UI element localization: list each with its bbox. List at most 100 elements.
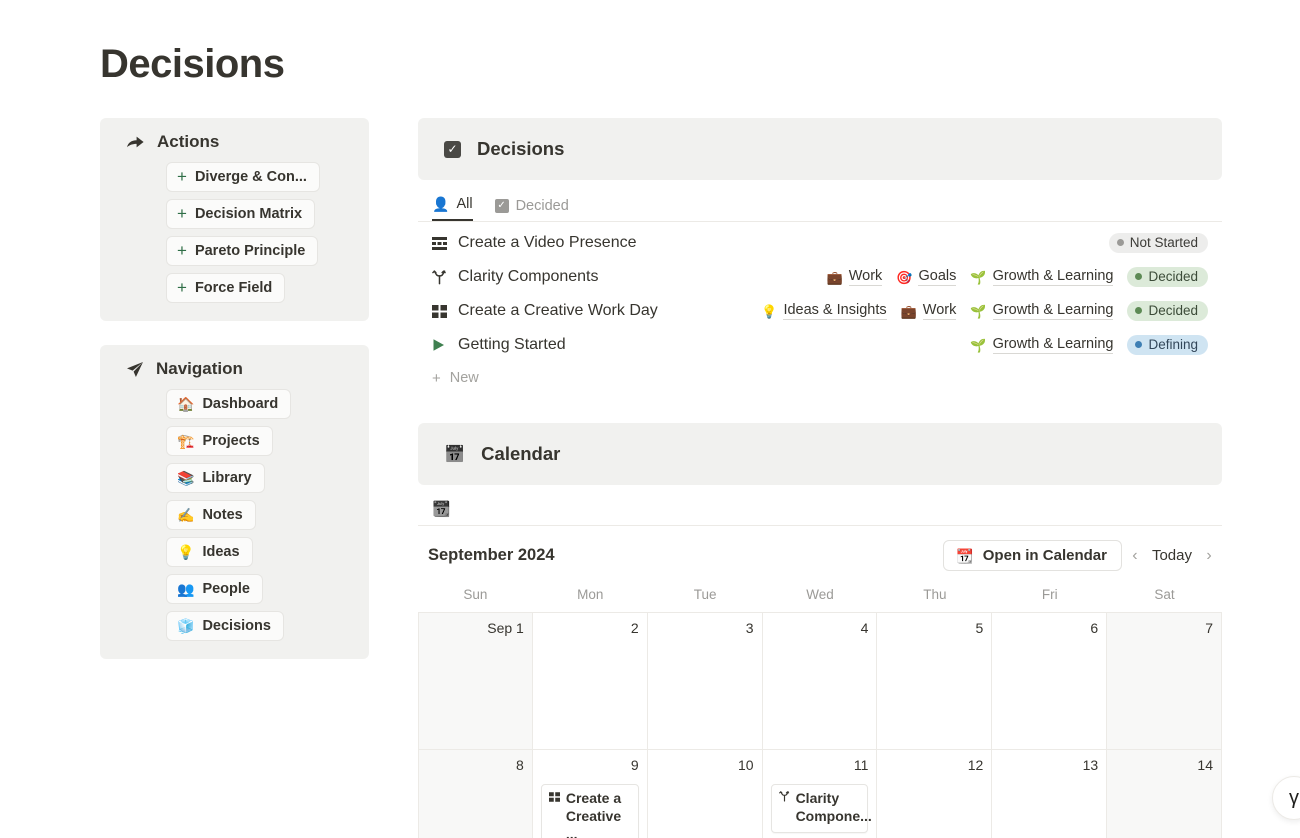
nav-item-label: Library [202,470,251,486]
play-triangle-icon [432,338,458,352]
calendar-day-number: 4 [771,620,869,637]
calendar-icon: 📅 [444,446,465,463]
calendar-day-cell[interactable]: Sep 1 [418,613,533,749]
previous-month-button[interactable]: ‹ [1122,542,1148,570]
nav-item-label: People [202,581,250,597]
table-row[interactable]: Getting Started 🌱 Growth & Learning Defi… [418,328,1222,362]
nav-item-decisions[interactable]: 🧊 Decisions [166,611,284,641]
tag-growth-learning[interactable]: 🌱 Growth & Learning [970,302,1113,320]
calendar-weekday-header: Sun Mon Tue Wed Thu Fri Sat [418,581,1222,612]
checkbox-icon: ✓ [495,199,509,213]
weekday-label: Wed [763,581,878,612]
calendar-day-events: Create a Creative ... [541,784,639,838]
status-badge[interactable]: Defining [1127,335,1208,355]
tab-label: All [456,196,472,212]
tag-growth-learning[interactable]: 🌱 Growth & Learning [970,336,1113,354]
tab-decided[interactable]: ✓ Decided [495,198,569,221]
nav-item-dashboard[interactable]: 🏠 Dashboard [166,389,291,419]
calendar-day-number: 5 [885,620,983,637]
calendar-day-cell[interactable]: 5 [877,613,992,749]
tag-growth-learning[interactable]: 🌱 Growth & Learning [970,268,1113,286]
calendar-day-number: 12 [885,757,983,774]
tag-work[interactable]: 💼 Work [901,302,957,320]
action-label: Decision Matrix [195,206,302,222]
open-in-calendar-button[interactable]: 📆 Open in Calendar [943,540,1122,571]
plus-icon: + [177,205,187,222]
action-button-diverge-converge[interactable]: + Diverge & Con... [166,162,320,192]
calendar-day-cell[interactable]: 7 [1107,613,1222,749]
plus-icon: + [177,279,187,296]
calendar-source-icon-row: 📆 [418,485,1222,525]
action-label: Force Field [195,280,272,296]
calendar-event-title: Create a Creative ... [566,790,631,838]
nav-item-notes[interactable]: ✍️ Notes [166,500,256,530]
calendar-event-chip[interactable]: Create a Creative ... [541,784,639,838]
calendar-day-events: Clarity Compone... [771,784,869,833]
calendar-event-chip[interactable]: Clarity Compone... [771,784,869,833]
action-button-decision-matrix[interactable]: + Decision Matrix [166,199,315,229]
nav-item-projects[interactable]: 🏗️ Projects [166,426,273,456]
calendar-day-cell[interactable]: 3 [648,613,763,749]
navigation-panel-title: Navigation [156,359,243,379]
weekday-label: Sun [418,581,533,612]
nav-item-label: Ideas [202,544,239,560]
row-tags: 💼 Work 🎯 Goals 🌱 Growth & Learning [827,268,1114,286]
new-row-button[interactable]: + New [418,362,1222,396]
nav-item-label: Projects [202,433,259,449]
calendar-day-cell[interactable]: 4 [763,613,878,749]
tag-goals[interactable]: 🎯 Goals [896,268,956,286]
table-row[interactable]: Create a Video Presence Not Started [418,226,1222,260]
tag-ideas-insights[interactable]: 💡 Ideas & Insights [761,302,886,320]
next-month-button[interactable]: › [1196,542,1222,570]
calendar-day-number: 3 [656,620,754,637]
house-icon: 🏠 [177,397,194,411]
writing-hand-icon: ✍️ [177,508,194,522]
action-button-pareto-principle[interactable]: + Pareto Principle [166,236,318,266]
tag-label: Growth & Learning [993,268,1114,286]
decisions-row-list: Create a Video Presence Not Started Clar… [418,222,1222,396]
calendar-day-cell[interactable]: 8 [418,750,533,838]
calendar-day-cell[interactable]: 10 [648,750,763,838]
table-view-icon [432,237,458,250]
calendar-day-cell[interactable]: 9 Create a Creative ... [533,750,648,838]
tag-work[interactable]: 💼 Work [827,268,883,286]
ice-cube-icon: 🧊 [177,619,194,633]
left-sidebar: Actions + Diverge & Con... + Decision Ma… [100,118,369,659]
status-badge[interactable]: Not Started [1109,233,1208,253]
weekday-label: Mon [533,581,648,612]
calendar-day-number: 8 [427,757,524,774]
nav-item-people[interactable]: 👥 People [166,574,263,604]
status-badge[interactable]: Decided [1127,267,1208,287]
calendar-week-row: 8 9 Crea [418,750,1222,838]
action-button-force-field[interactable]: + Force Field [166,273,285,303]
calendar-block: 📅 Calendar 📆 September 2024 📆 Open in Ca… [418,423,1222,838]
calendar-card-title: Calendar [481,443,560,465]
paper-plane-icon [126,361,144,378]
status-dot-icon [1135,341,1142,348]
calendar-small-icon: 📆 [432,501,451,518]
table-row[interactable]: Clarity Components 💼 Work 🎯 Goals 🌱 Grow… [418,260,1222,294]
calendar-day-cell[interactable]: 6 [992,613,1107,749]
calendar-day-number: 13 [1000,757,1098,774]
calendar-day-cell[interactable]: 2 [533,613,648,749]
row-title: Create a Video Presence [458,234,636,252]
today-button[interactable]: Today [1148,547,1196,564]
tab-all[interactable]: 👤 All [432,196,473,221]
status-label: Not Started [1130,235,1198,250]
calendar-day-number: 9 [541,757,639,774]
nav-item-ideas[interactable]: 💡 Ideas [166,537,253,567]
assistant-fab-button[interactable]: γ [1272,776,1300,820]
calendar-day-cell[interactable]: 12 [877,750,992,838]
calendar-day-cell[interactable]: 14 [1107,750,1222,838]
status-badge[interactable]: Decided [1127,301,1208,321]
seedling-icon: 🌱 [970,271,986,284]
table-row[interactable]: Create a Creative Work Day 💡 Ideas & Ins… [418,294,1222,328]
status-label: Decided [1148,269,1198,284]
calendar-day-number: 7 [1115,620,1213,637]
construction-icon: 🏗️ [177,434,194,448]
navigation-panel: Navigation 🏠 Dashboard 🏗️ Projects 📚 Lib… [100,345,369,659]
nav-item-library[interactable]: 📚 Library [166,463,265,493]
calendar-day-cell[interactable]: 11 Clarity Compone... [763,750,878,838]
calendar-day-cell[interactable]: 13 [992,750,1107,838]
action-label: Pareto Principle [195,243,305,259]
